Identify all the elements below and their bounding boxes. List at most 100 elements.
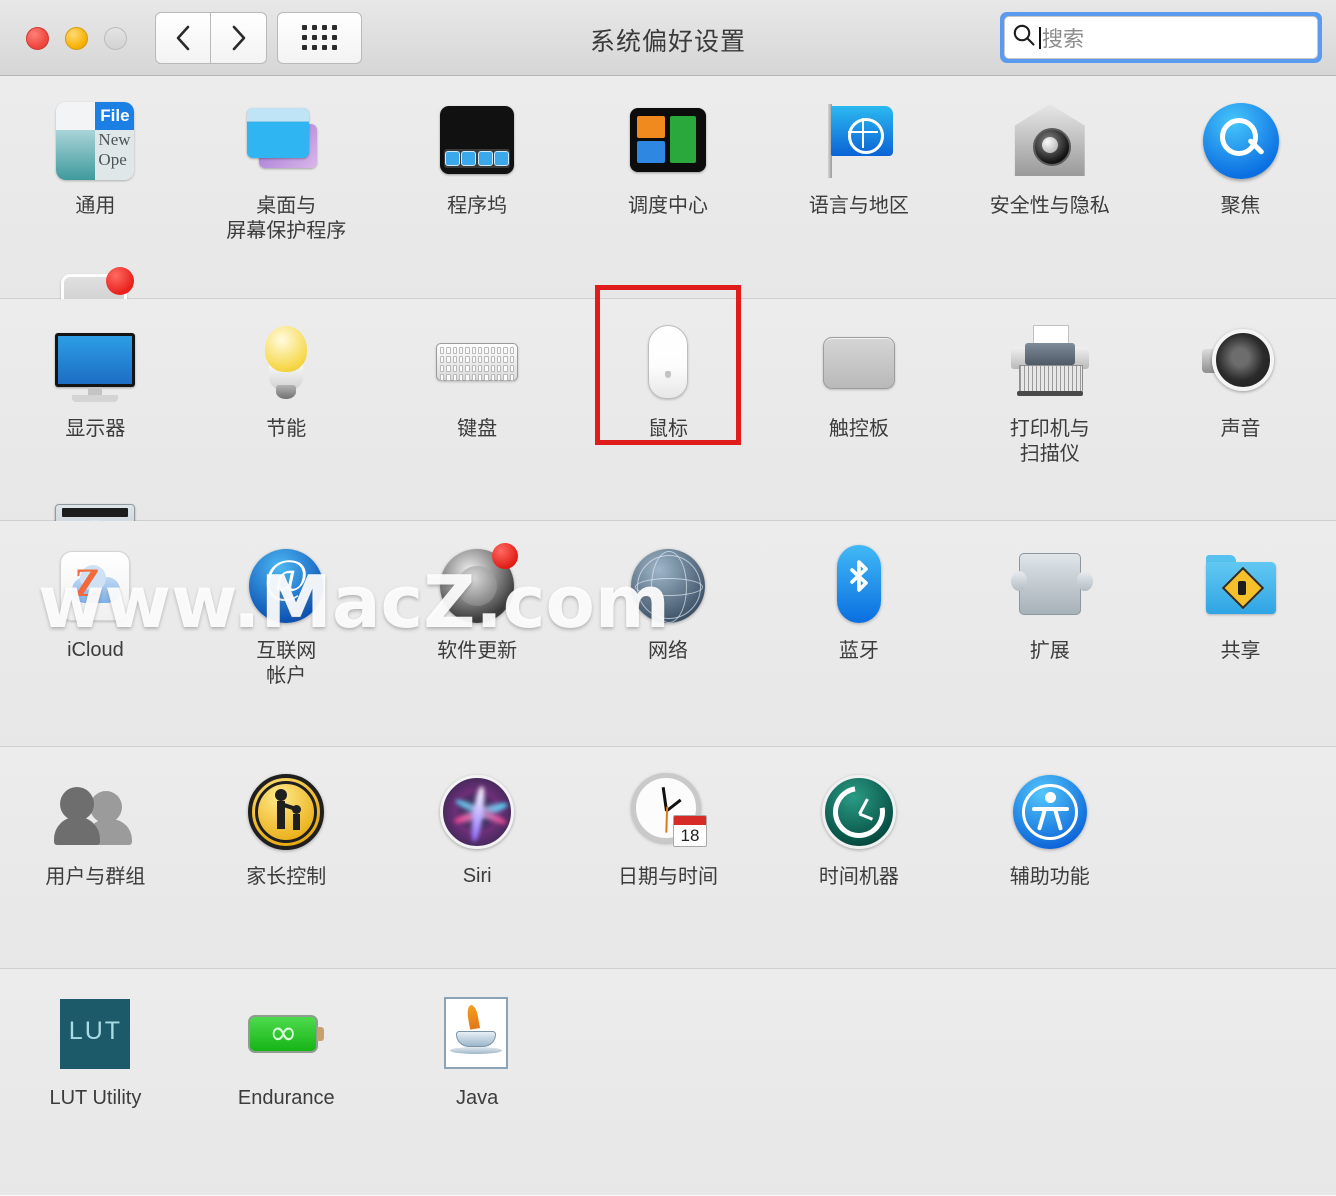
pref-item-label: 用户与群组 (45, 864, 145, 889)
pref-item-label: 蓝牙 (839, 638, 879, 663)
pref-item-label: Java (456, 1086, 498, 1111)
sound-icon (1198, 321, 1284, 407)
pref-item-mission-control[interactable]: 调度中心 (573, 76, 764, 243)
preferences-row-personal: File NewOpe 通用 桌面与 屏幕保护程序 程序坞 (0, 76, 1336, 299)
pref-item-displays[interactable]: 显示器 (0, 299, 191, 466)
pref-item-extensions[interactable]: 扩展 (954, 521, 1145, 746)
notification-badge-icon (106, 267, 134, 295)
pref-item-sharing[interactable]: 共享 (1145, 521, 1336, 746)
energy-saver-icon (243, 321, 329, 407)
extensions-icon (1007, 543, 1093, 629)
pref-item-label: 通用 (75, 193, 115, 218)
mouse-icon (625, 321, 711, 407)
pref-item-general[interactable]: File NewOpe 通用 (0, 76, 191, 243)
pref-item-dock[interactable]: 程序坞 (382, 76, 573, 243)
general-icon-open-label: Ope (98, 150, 134, 170)
pref-item-users-groups[interactable]: 用户与群组 (0, 747, 191, 968)
pref-item-language-region[interactable]: 语言与地区 (763, 76, 954, 243)
pref-item-icloud[interactable]: Z iCloud (0, 521, 191, 746)
pref-item-label: 互联网 帐户 (256, 638, 316, 688)
pref-item-label: 家长控制 (246, 864, 326, 889)
pref-item-bluetooth[interactable]: 蓝牙 (763, 521, 954, 746)
lut-icon-label: LUT (52, 1017, 138, 1046)
pref-item-label: 聚焦 (1221, 193, 1261, 218)
search-field[interactable]: 搜索 (1004, 16, 1318, 59)
pref-item-network[interactable]: 网络 (573, 521, 764, 746)
pref-item-label: 辅助功能 (1010, 864, 1090, 889)
system-preferences-window: 系统偏好设置 搜索 File (0, 0, 1336, 1196)
displays-icon (52, 321, 138, 407)
calendar-day-number: 18 (674, 825, 706, 846)
trackpad-icon (816, 321, 902, 407)
pref-item-internet-accounts[interactable]: @ 互联网 帐户 (191, 521, 382, 746)
search-field-focus-ring: 搜索 (1000, 12, 1322, 63)
pref-item-desktop-screensaver[interactable]: 桌面与 屏幕保护程序 (191, 76, 382, 243)
pref-item-lut-utility[interactable]: LUT LUT Utility (0, 969, 191, 1195)
preferences-row-system: 用户与群组 家长控制 Siri (0, 747, 1336, 969)
update-badge-icon (492, 543, 518, 569)
pref-item-label: 语言与地区 (809, 193, 909, 218)
pref-item-security-privacy[interactable]: 安全性与隐私 (954, 76, 1145, 243)
pref-item-label: 共享 (1221, 638, 1261, 663)
bluetooth-icon (816, 543, 902, 629)
accessibility-icon (1007, 769, 1093, 855)
sharing-icon (1198, 543, 1284, 629)
pref-item-label: 安全性与隐私 (990, 193, 1110, 218)
infinity-symbol-icon: ∞ (243, 1016, 323, 1050)
pref-item-spacer (573, 969, 764, 1195)
search-icon (1011, 22, 1037, 53)
pref-item-label: iCloud (67, 638, 124, 663)
pref-item-label: LUT Utility (49, 1086, 141, 1111)
pref-item-label: 日期与时间 (618, 864, 718, 889)
pref-item-date-time[interactable]: 18 日期与时间 (573, 747, 764, 968)
pref-item-mouse[interactable]: 鼠标 (573, 299, 764, 466)
pref-item-label: 网络 (648, 638, 688, 663)
general-icon: File NewOpe (56, 102, 134, 180)
preferences-row-hardware: 显示器 节能 键盘 (0, 299, 1336, 521)
general-icon-new-label: New (98, 130, 134, 150)
pref-item-trackpad[interactable]: 触控板 (763, 299, 954, 466)
printers-scanners-icon (1007, 321, 1093, 407)
pref-item-label: 触控板 (829, 416, 889, 441)
pref-item-printers-scanners[interactable]: 打印机与 扫描仪 (954, 299, 1145, 466)
parental-controls-icon (243, 769, 329, 855)
icloud-icon: Z (52, 543, 138, 629)
date-time-icon: 18 (625, 769, 711, 855)
pref-item-label: Endurance (238, 1086, 335, 1111)
pref-item-label: 扩展 (1030, 638, 1070, 663)
pref-item-label: 打印机与 扫描仪 (1010, 416, 1090, 466)
keyboard-icon (434, 321, 520, 407)
pref-item-label: 程序坞 (447, 193, 507, 218)
pref-item-endurance[interactable]: ∞ Endurance (191, 969, 382, 1195)
spotlight-icon (1198, 98, 1284, 184)
siri-icon (434, 769, 520, 855)
preferences-row-internet: Z iCloud @ 互联网 帐户 软件更新 网络 (0, 521, 1336, 747)
network-icon (625, 543, 711, 629)
pref-item-label: 键盘 (457, 416, 497, 441)
pref-item-label: 声音 (1221, 416, 1261, 441)
preferences-row-other: LUT LUT Utility ∞ Endurance Java (0, 969, 1336, 1195)
pref-item-energy-saver[interactable]: 节能 (191, 299, 382, 466)
pref-item-label: 时间机器 (819, 864, 899, 889)
software-update-icon (434, 543, 520, 629)
pref-item-accessibility[interactable]: 辅助功能 (954, 747, 1145, 968)
pref-item-spotlight[interactable]: 聚焦 (1145, 76, 1336, 243)
pref-item-software-update[interactable]: 软件更新 (382, 521, 573, 746)
pref-item-spacer (954, 969, 1145, 1195)
pref-item-sound[interactable]: 声音 (1145, 299, 1336, 466)
users-groups-icon (52, 769, 138, 855)
internet-accounts-icon: @ (243, 543, 329, 629)
pref-item-label: 调度中心 (628, 193, 708, 218)
security-privacy-icon (1007, 98, 1093, 184)
pref-item-java[interactable]: Java (382, 969, 573, 1195)
pref-item-spacer (1145, 969, 1336, 1195)
pref-item-keyboard[interactable]: 键盘 (382, 299, 573, 466)
search-placeholder: 搜索 (1042, 23, 1084, 53)
pref-item-label: Siri (463, 864, 492, 889)
pref-item-parental-controls[interactable]: 家长控制 (191, 747, 382, 968)
window-titlebar: 系统偏好设置 搜索 (0, 0, 1336, 76)
pref-item-siri[interactable]: Siri (382, 747, 573, 968)
pref-item-time-machine[interactable]: 时间机器 (763, 747, 954, 968)
pref-item-label: 软件更新 (437, 638, 517, 663)
text-caret (1039, 27, 1041, 49)
